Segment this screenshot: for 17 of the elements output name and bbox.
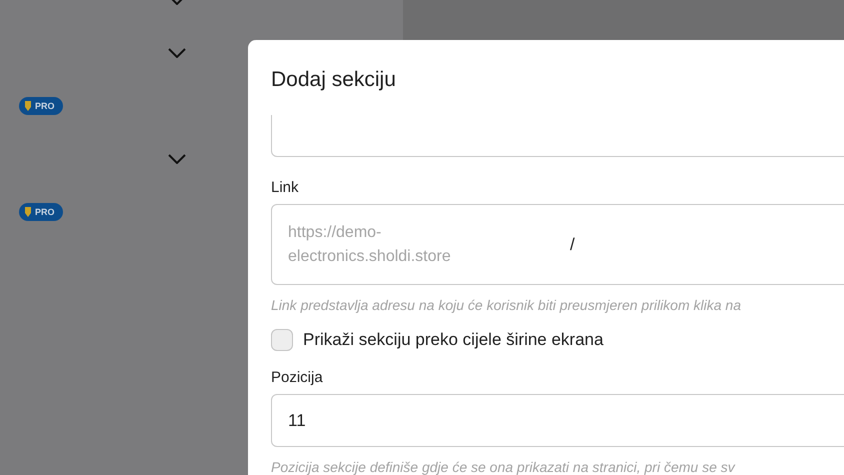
medal-icon [25,100,31,110]
checkbox[interactable] [271,329,293,351]
link-field[interactable]: https://demo-electronics.sholdi.store / [271,204,844,285]
help-text: Pozicija sekcije definiše gdje će se ona prikazati na stranici, pri čemu se sv [271,459,735,475]
pro-badge: PRO [19,96,63,114]
url-prefix: https://demo-electronics.sholdi.store [288,222,448,266]
medal-icon [25,206,31,216]
text-field[interactable] [271,115,844,157]
number-field[interactable]: 11 [271,394,844,447]
chevron-down-icon[interactable] [168,154,186,164]
pro-badge: PRO [19,202,63,220]
field-label: Link [271,179,299,196]
chevron-down-icon[interactable] [168,48,186,58]
field-value: / [570,234,575,254]
checkbox-label: Prikaži sekciju preko cijele širine ekrana [303,330,604,350]
help-text: Link predstavlja adresu na koju će korisnik biti preusmjeren prilikom klika na [271,297,741,313]
field-label: Pozicija [271,369,323,386]
